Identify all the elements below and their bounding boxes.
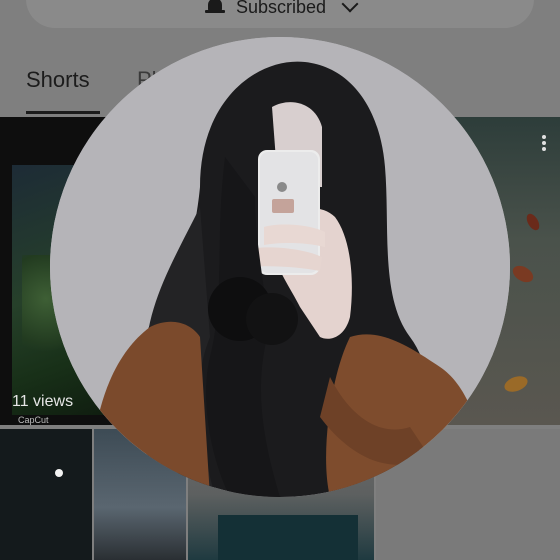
capcut-watermark: CapCut (18, 415, 49, 425)
moon-shape (55, 469, 63, 477)
bell-icon (204, 0, 226, 16)
short-thumbnail[interactable] (0, 429, 92, 560)
tab-shorts[interactable]: Shorts (26, 67, 90, 93)
building-shape (218, 515, 358, 560)
subscribed-label: Subscribed (235, 0, 327, 17)
view-count: 11 views (12, 393, 74, 410)
more-options-icon[interactable] (542, 135, 546, 139)
subscribed-button[interactable]: Subscribed (26, 0, 534, 28)
chevron-down-icon (341, 0, 359, 13)
profile-picture[interactable] (50, 37, 510, 497)
avatar-image (50, 37, 510, 497)
tab-selected-indicator (26, 111, 100, 114)
